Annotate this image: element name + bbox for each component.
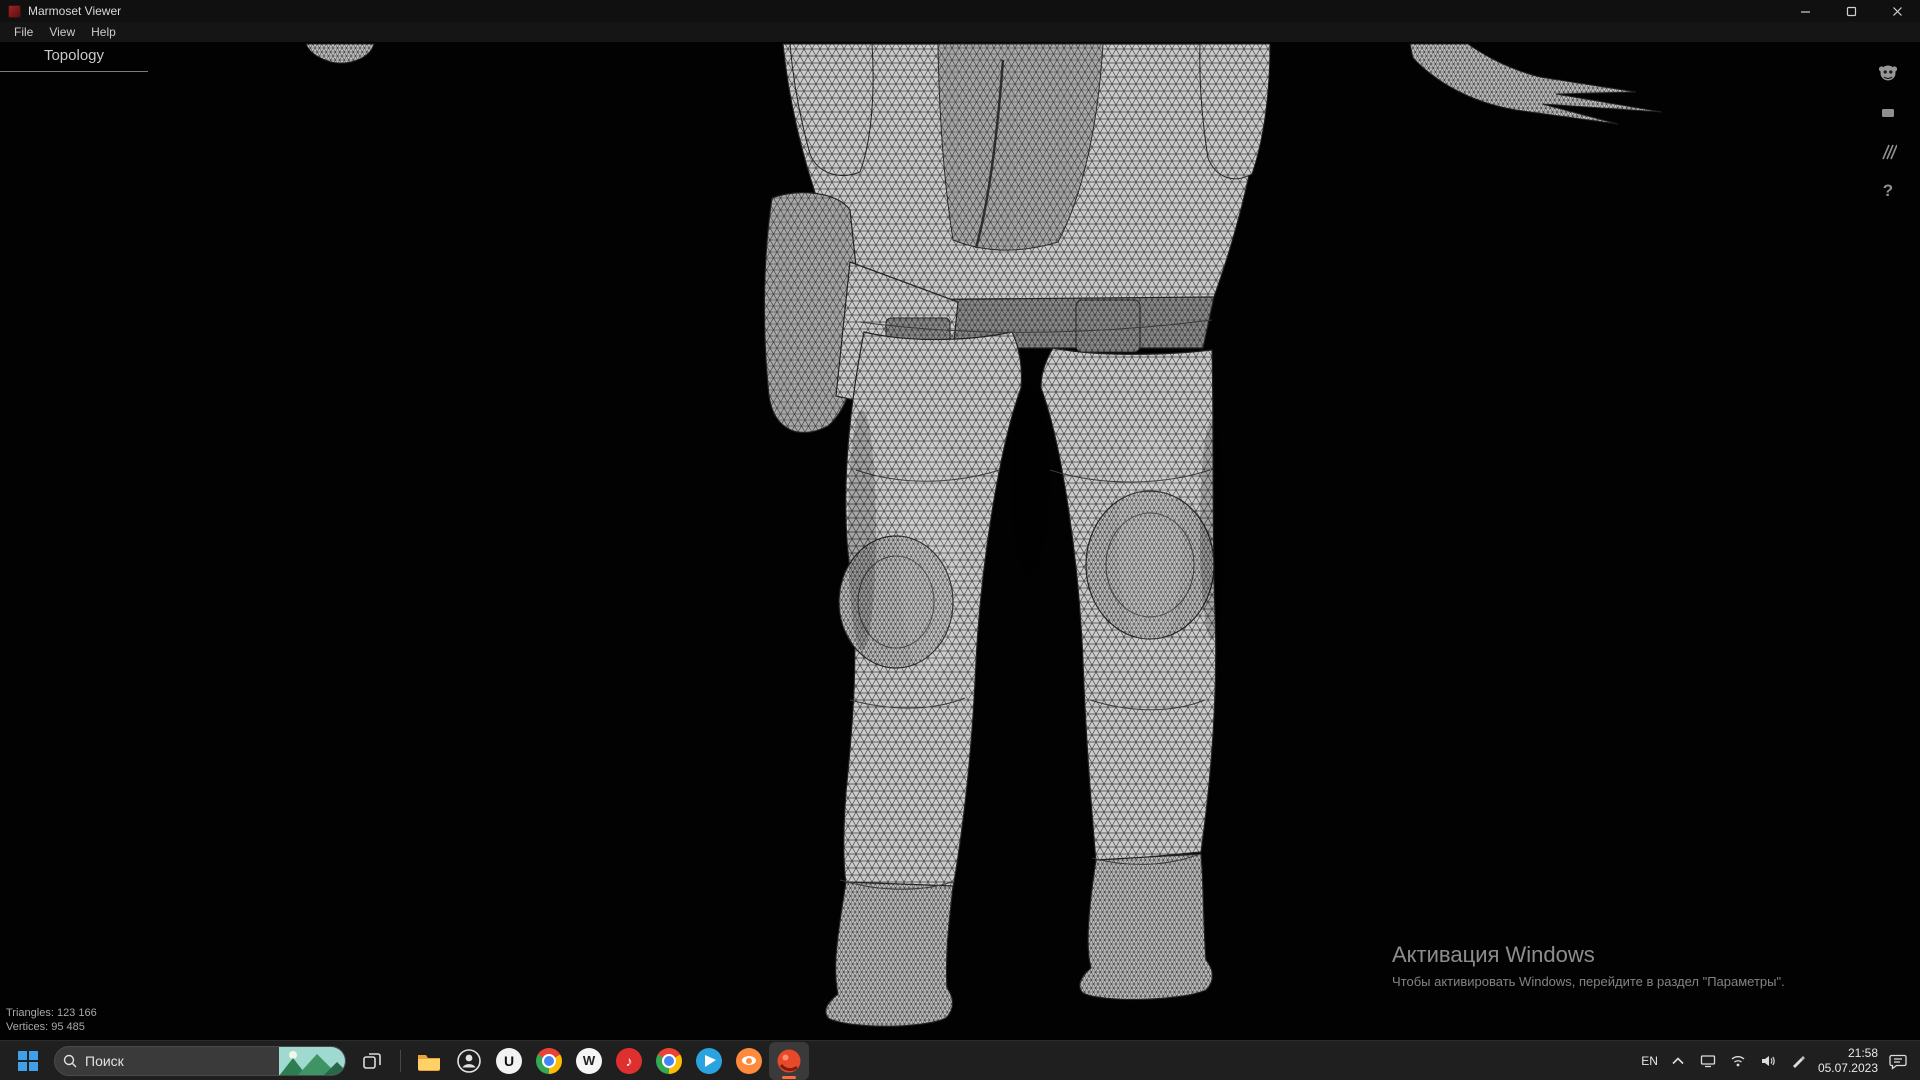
taskbar-separator [400,1049,401,1072]
close-button[interactable] [1874,0,1920,22]
wireframe-view-icon[interactable] [1876,140,1900,164]
hidden-icons-chevron[interactable] [1668,1051,1688,1071]
task-view-icon [363,1052,381,1069]
viewport-3d[interactable]: Topology ? Triangles: 123 166 Vertices: … [0,42,1920,1040]
watermark-subtitle: Чтобы активировать Windows, перейдите в … [1392,974,1785,989]
tray-pen-icon[interactable] [1788,1051,1808,1071]
tray-network-icon[interactable] [1728,1051,1748,1071]
tray-volume-icon[interactable] [1758,1051,1778,1071]
viewer-side-toolbar: ? [1876,62,1900,203]
file-explorer-icon [418,1054,440,1071]
help-icon[interactable]: ? [1876,179,1900,203]
taskbar-app-unreal[interactable]: U [489,1042,529,1080]
taskbar-app-file-explorer[interactable] [409,1042,449,1080]
unreal-letter: U [503,1052,515,1069]
minimize-button[interactable] [1782,0,1828,22]
wireframe-model [305,43,1663,1027]
menu-help[interactable]: Help [83,25,124,39]
music-note-glyph: ♪ [625,1052,633,1069]
stat-triangles: Triangles: 123 166 [6,1007,97,1019]
tray-clock[interactable]: 21:58 05.07.2023 [1818,1046,1878,1075]
notification-center-icon[interactable] [1888,1051,1908,1071]
taskbar-app-people[interactable] [449,1042,489,1080]
search-icon [63,1054,77,1067]
material-view-icon[interactable] [1876,101,1900,125]
marmoset-toolbag-icon [777,1049,801,1072]
chrome-icon [536,1047,562,1074]
windows-taskbar: U W ♪ [0,1040,1920,1080]
tray-display-icon[interactable] [1698,1051,1718,1071]
w-letter: W [582,1053,596,1068]
taskbar-app-music[interactable]: ♪ [609,1042,649,1080]
menu-view[interactable]: View [41,25,83,39]
windows-start-icon [18,1050,38,1071]
window-controls [1782,0,1920,22]
marmoset-viewer-window: Topology ? Triangles: 123 166 Vertices: … [0,0,1920,1080]
windows-activation-watermark: Активация Windows Чтобы активировать Win… [1392,942,1785,989]
taskbar-app-w[interactable]: W [569,1042,609,1080]
tray-date: 05.07.2023 [1817,1060,1878,1075]
mesh-stats: Triangles: 123 166 Vertices: 95 485 [6,1006,97,1034]
w-app-icon: W [576,1047,602,1074]
watermark-title: Активация Windows [1392,942,1595,967]
menu-file[interactable]: File [6,25,41,39]
taskbar-app-telegram[interactable] [689,1042,729,1080]
system-tray: EN 21:58 05.07.2023 [1641,1046,1912,1075]
tray-time: 21:58 [1847,1046,1878,1061]
start-button[interactable] [8,1042,48,1080]
taskbar-app-blender[interactable] [729,1042,769,1080]
taskbar-app-chrome[interactable] [529,1042,569,1080]
telegram-icon [696,1047,722,1074]
language-indicator[interactable]: EN [1641,1054,1658,1068]
task-view-button[interactable] [352,1042,392,1080]
music-app-icon: ♪ [616,1047,642,1074]
taskbar-app-chrome-2[interactable] [649,1042,689,1080]
tab-topology-label: Topology [43,47,105,64]
chrome-icon-2 [656,1047,682,1074]
menu-bar: File View Help [0,22,1920,42]
marmoset-logo-icon[interactable] [1876,62,1900,86]
unreal-engine-icon: U [496,1047,522,1074]
people-app-icon [457,1048,481,1073]
telegram-plane-glyph [705,1054,716,1067]
stat-vertices: Vertices: 95 485 [6,1021,85,1033]
blender-icon [736,1047,762,1074]
taskbar-search[interactable] [54,1045,346,1076]
search-highlight-thumbnail[interactable] [279,1046,345,1076]
window-title: Marmoset Viewer [28,4,122,18]
help-icon-glyph: ? [1882,181,1894,200]
taskbar-app-marmoset-toolbag[interactable] [769,1041,809,1080]
maximize-button[interactable] [1828,0,1874,22]
title-bar: Marmoset Viewer [0,0,1920,22]
marmoset-viewer-icon [8,4,21,18]
search-input[interactable] [85,1052,279,1069]
tab-topology[interactable]: Topology [0,42,148,72]
blender-eye-glyph [742,1056,756,1065]
